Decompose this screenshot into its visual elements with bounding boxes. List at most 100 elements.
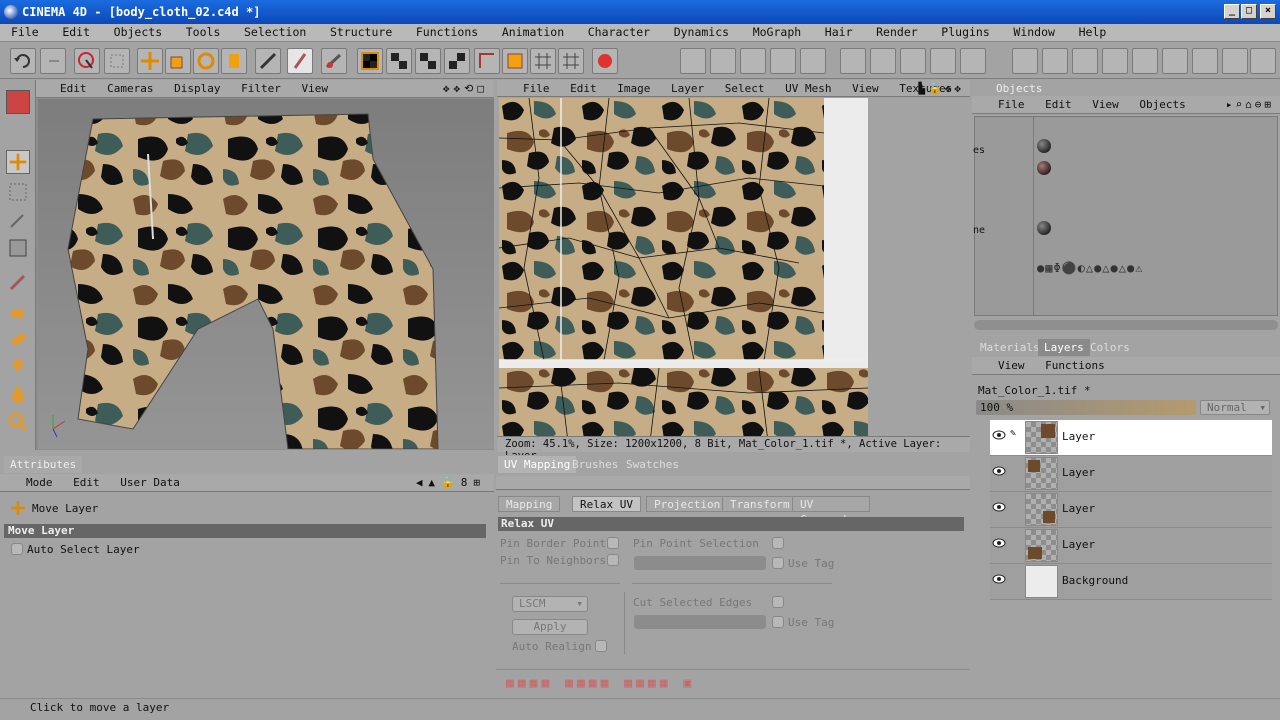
eye-icon[interactable] [992,430,1006,440]
subtab-projection[interactable]: Projection [646,496,729,512]
eye-icon[interactable] [992,538,1006,548]
rectangle-select-icon[interactable] [6,180,30,204]
uv-tool-icons[interactable]: ▦▦▦▦ ▦▦▦▦ ▦▦▦▦ ▣ [506,676,695,691]
layer-row[interactable]: Layer [990,528,1272,564]
eye-icon[interactable] [992,466,1006,476]
cut-selected-edges-checkbox[interactable] [772,596,784,608]
viewport-menu-cameras[interactable]: Cameras [107,80,153,97]
texture-menu-edit[interactable]: Edit [570,80,597,97]
hidden-tool-icon-11[interactable] [1012,48,1038,74]
undo-icon[interactable] [10,48,36,74]
menu-tools[interactable]: Tools [175,24,221,41]
subtab-relax-uv[interactable]: Relax UV [572,496,641,512]
crop-icon[interactable] [6,236,30,260]
opacity-slider[interactable]: 100 % [976,400,1196,415]
menu-render[interactable]: Render [865,24,918,41]
menu-selection[interactable]: Selection [233,24,306,41]
object-tag-icons[interactable]: ●▦Φ⚫◐△●△●△●⚠ [1037,261,1273,277]
pin-use-tag-checkbox[interactable] [772,557,784,569]
hidden-tool-icon-2[interactable] [710,48,736,74]
zoom-icon[interactable] [6,410,30,434]
texture-menu-uv-mesh[interactable]: UV Mesh [785,80,831,97]
subtab-transform[interactable]: Transform [722,496,798,512]
menu-mograph[interactable]: MoGraph [742,24,801,41]
menu-objects[interactable]: Objects [103,24,162,41]
objects-horizontal-scrollbar[interactable] [974,320,1278,330]
uv-points-icon[interactable] [386,48,412,74]
viewport-navigation-icons[interactable]: ✥✥⟲□ [443,80,488,97]
hidden-tool-icon-18[interactable] [1222,48,1248,74]
objects-tab[interactable]: Objects [990,80,1048,97]
hidden-tool-icon-17[interactable] [1192,48,1218,74]
hidden-tool-icon-8[interactable] [900,48,926,74]
paint-setup-icon[interactable] [321,48,347,74]
maximize-button[interactable]: □ [1241,4,1257,19]
pin-border-points-checkbox[interactable] [607,537,619,549]
uv-polygons-icon[interactable] [415,48,441,74]
layer-row[interactable]: Layer [990,492,1272,528]
viewport-menu-display[interactable]: Display [174,80,220,97]
tab-layers[interactable]: Layers [1038,339,1090,356]
hidden-tool-icon-14[interactable] [1102,48,1128,74]
objects-search-icons[interactable]: ▸⌕⌂⊖⊞ [1226,96,1274,113]
hidden-tool-icon-1[interactable] [680,48,706,74]
points-mode-icon[interactable] [530,48,556,74]
eraser-icon[interactable] [6,326,30,350]
drop-icon[interactable] [6,382,30,406]
hidden-tool-icon-12[interactable] [1042,48,1068,74]
redo-icon[interactable] [40,48,66,74]
eye-icon[interactable] [992,502,1006,512]
objects-menu-edit[interactable]: Edit [1045,96,1072,113]
attributes-menu-user-data[interactable]: User Data [120,474,180,491]
hidden-tool-icon-3[interactable] [740,48,766,74]
texture-menu-file[interactable]: File [523,80,550,97]
hidden-tool-icon-16[interactable] [1162,48,1188,74]
menu-character[interactable]: Character [577,24,650,41]
texture-axis-icon[interactable] [444,48,470,74]
cut-use-tag-checkbox[interactable] [772,616,784,628]
menu-edit[interactable]: Edit [51,24,90,41]
eye-icon[interactable] [992,574,1006,584]
pin-point-selection-checkbox[interactable] [772,537,784,549]
texture-menu-select[interactable]: Select [725,80,765,97]
tab-brushes[interactable]: Brushes [566,456,624,473]
attributes-menu-mode[interactable]: Mode [26,474,53,491]
move-tool-icon[interactable] [137,48,163,74]
3d-view[interactable] [38,99,494,449]
attributes-menu-edit[interactable]: Edit [73,474,100,491]
model-mode-icon[interactable] [474,48,500,74]
material-tag-icon[interactable] [1037,161,1051,175]
hidden-tool-icon-6[interactable] [840,48,866,74]
auto-select-layer-checkbox[interactable] [11,543,23,555]
menu-dynamics[interactable]: Dynamics [663,24,729,41]
method-dropdown[interactable]: LSCM ▾ [512,596,588,612]
hidden-tool-icon-4[interactable] [770,48,796,74]
menu-functions[interactable]: Functions [405,24,478,41]
texture-menu-layer[interactable]: Layer [671,80,704,97]
layers-menu-view[interactable]: View [998,357,1025,374]
scale-tool-icon[interactable] [165,48,191,74]
move-icon[interactable] [6,150,30,174]
objects-menu-file[interactable]: File [998,96,1025,113]
attributes-tab[interactable]: Attributes [4,456,83,473]
pencil-icon[interactable] [6,270,30,294]
viewport-menu-edit[interactable]: Edit [60,80,87,97]
pin-to-neighbors-checkbox[interactable] [607,554,619,566]
texture-mode-icon[interactable] [357,48,383,74]
object-tool-icon[interactable] [221,48,247,74]
menu-window[interactable]: Window [1002,24,1055,41]
layer-row[interactable]: ✎ Layer [990,420,1272,456]
subtab-mapping[interactable]: Mapping [498,496,561,512]
hidden-tool-icon-15[interactable] [1132,48,1158,74]
live-selection-icon[interactable] [74,48,100,74]
menu-plugins[interactable]: Plugins [930,24,989,41]
pin-tag-field[interactable] [634,556,766,570]
tab-materials[interactable]: Materials [974,339,1046,356]
apply-button[interactable]: Apply [512,619,588,635]
subtab-uv-commands[interactable]: UV Commands [792,496,870,526]
selection-filter-icon[interactable] [104,48,130,74]
texture-view-navigation-icons[interactable]: ▙🔒✥✥ [918,80,964,97]
stamp-icon[interactable] [6,298,30,322]
object-mode-icon[interactable] [502,48,528,74]
blend-mode-dropdown[interactable]: Normal ▾ [1200,400,1270,415]
